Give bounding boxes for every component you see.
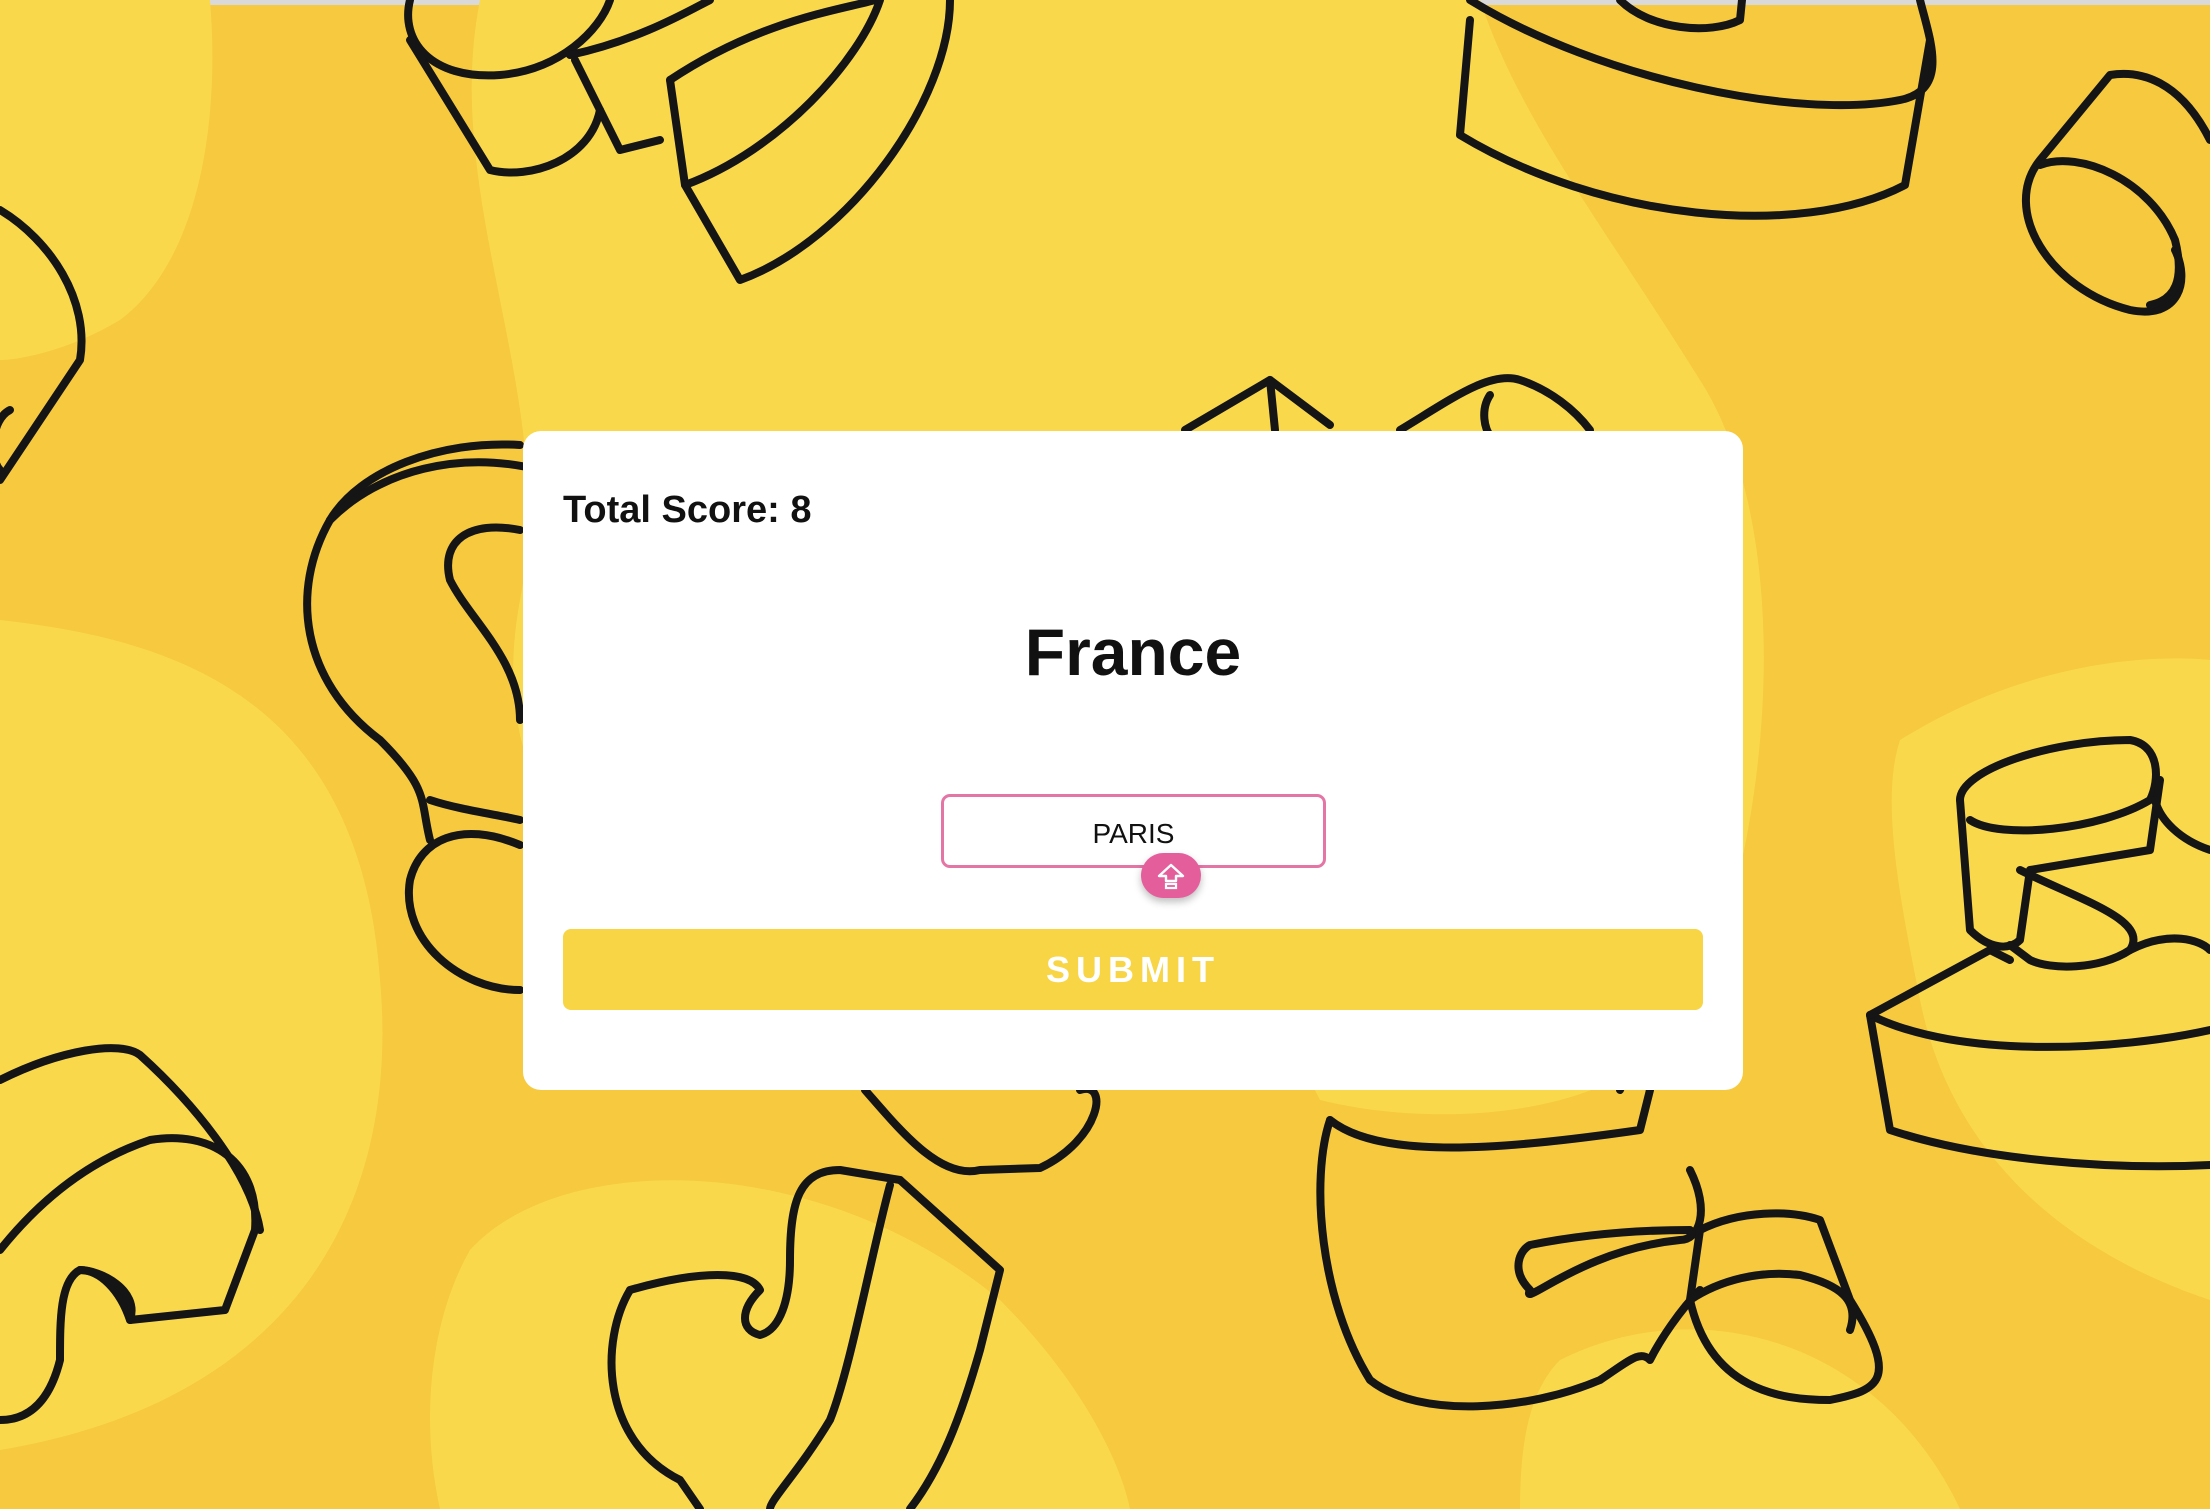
shift-keyboard-button[interactable]: [1141, 853, 1201, 898]
country-prompt: France: [1024, 615, 1242, 689]
capital-answer-input[interactable]: [941, 794, 1326, 868]
shift-arrow-icon: [1157, 863, 1185, 889]
submit-button[interactable]: SUBMIT: [563, 929, 1703, 1010]
quiz-page: Total Score: 8 France SUBMIT: [0, 0, 2210, 1509]
quiz-card: Total Score: 8 France SUBMIT: [523, 431, 1743, 1090]
total-score-label: Total Score: 8: [563, 489, 812, 531]
